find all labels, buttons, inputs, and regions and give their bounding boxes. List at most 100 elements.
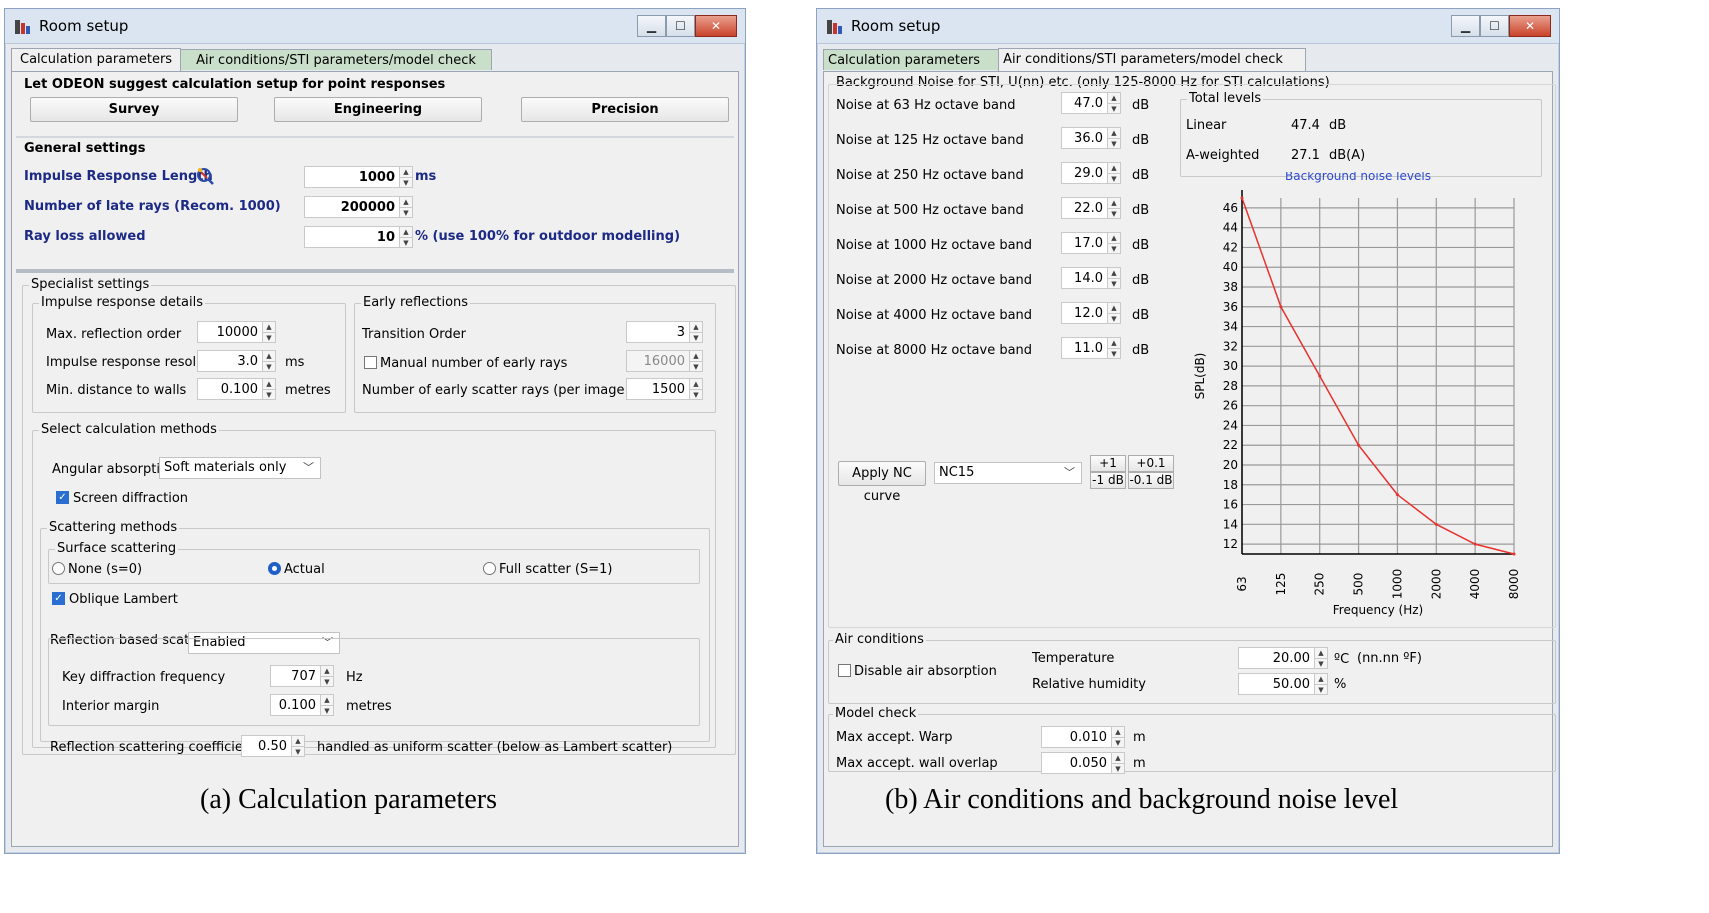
left-title-bar[interactable]: Room setup ▁ ☐ ✕: [5, 9, 745, 44]
key-diffraction-input[interactable]: [270, 665, 320, 687]
right-window-title: Room setup: [851, 17, 941, 35]
wizard-icon[interactable]: [195, 166, 215, 186]
plus-0-1-db-button[interactable]: +0.1 dB: [1128, 455, 1174, 485]
noise-input[interactable]: [1061, 162, 1107, 184]
close-icon[interactable]: ✕: [695, 15, 737, 37]
noise-spinner[interactable]: ▲ ▼: [1107, 267, 1121, 289]
noise-unit: dB: [1132, 168, 1150, 183]
maximize-icon[interactable]: ☐: [1480, 15, 1509, 37]
noise-input[interactable]: [1061, 127, 1107, 149]
precision-button[interactable]: Precision: [521, 97, 729, 122]
manual-early-rays-checkbox[interactable]: [364, 356, 377, 369]
noise-input[interactable]: [1061, 302, 1107, 324]
tab-air-conditions[interactable]: Air conditions/STI parameters/model chec…: [180, 49, 492, 70]
minimize-icon[interactable]: ▁: [1451, 15, 1480, 37]
manual-early-rays-input[interactable]: [626, 350, 689, 372]
noise-input[interactable]: [1061, 337, 1107, 359]
max-warp-spinner[interactable]: ▲ ▼: [1111, 726, 1125, 748]
late-rays-spinner[interactable]: ▲ ▼: [399, 196, 413, 218]
apply-nc-curve-button[interactable]: Apply NC curve: [838, 461, 926, 504]
key-diffraction-spinner[interactable]: ▲ ▼: [320, 665, 334, 687]
tab-calculation-parameters[interactable]: Calculation parameters: [11, 48, 182, 71]
screen-diffraction-label: Screen diffraction: [73, 491, 189, 506]
left-window-title: Room setup: [39, 17, 129, 35]
noise-input[interactable]: [1061, 267, 1107, 289]
plus-1-db-button[interactable]: +1 dB: [1090, 455, 1126, 485]
survey-button[interactable]: Survey: [30, 97, 238, 122]
close-icon[interactable]: ✕: [1509, 15, 1551, 37]
a-weighted-label: A-weighted: [1186, 148, 1260, 163]
oblique-lambert-checkbox[interactable]: ✓: [52, 592, 65, 605]
humidity-spinner[interactable]: ▲ ▼: [1314, 673, 1328, 695]
ir-resolution-input[interactable]: [197, 350, 262, 372]
transition-order-input[interactable]: [626, 321, 689, 343]
y-tick-label: 28: [1223, 379, 1238, 393]
y-tick-label: 44: [1223, 221, 1238, 235]
data-point: [1357, 443, 1361, 447]
scattering-coef-spinner[interactable]: ▲ ▼: [291, 735, 305, 757]
late-rays-input[interactable]: [304, 196, 399, 218]
noise-spinner[interactable]: ▲ ▼: [1107, 127, 1121, 149]
minus-1-db-button[interactable]: -1 dB: [1090, 472, 1126, 489]
min-distance-spinner[interactable]: ▲ ▼: [262, 378, 276, 400]
early-scatter-rays-spinner[interactable]: ▲ ▼: [689, 378, 703, 400]
noise-input[interactable]: [1061, 197, 1107, 219]
radio-none[interactable]: [52, 562, 65, 575]
noise-spinner[interactable]: ▲ ▼: [1107, 92, 1121, 114]
data-point: [1240, 196, 1244, 200]
nc-curve-select[interactable]: NC15 ﹀: [934, 462, 1082, 484]
ray-loss-input[interactable]: [304, 226, 399, 248]
noise-input[interactable]: [1061, 92, 1107, 114]
angular-absorption-select[interactable]: Soft materials only ﹀: [159, 457, 321, 479]
max-warp-input[interactable]: [1041, 726, 1111, 748]
humidity-input[interactable]: [1238, 673, 1314, 695]
min-distance-label: Min. distance to walls: [46, 383, 187, 398]
max-reflection-order-input[interactable]: [197, 321, 262, 343]
max-reflection-spinner[interactable]: ▲ ▼: [262, 321, 276, 343]
interior-margin-spinner[interactable]: ▲ ▼: [320, 694, 334, 716]
early-scatter-rays-input[interactable]: [626, 378, 689, 400]
noise-input[interactable]: [1061, 232, 1107, 254]
manual-early-rays-spinner[interactable]: ▲ ▼: [689, 350, 703, 372]
max-overlap-input[interactable]: [1041, 752, 1111, 774]
early-reflections-title: Early reflections: [361, 295, 471, 310]
caption-a: (a) Calculation parameters: [200, 784, 497, 815]
min-distance-input[interactable]: [197, 378, 262, 400]
screen-diffraction-checkbox[interactable]: ✓: [56, 491, 69, 504]
data-point: [1473, 542, 1477, 546]
minimize-icon[interactable]: ▁: [637, 15, 666, 37]
y-tick-label: 22: [1223, 438, 1238, 452]
noise-level-series-line: [1241, 197, 1515, 555]
minus-0-1-db-button[interactable]: -0.1 dB: [1128, 472, 1174, 489]
caption-b: (b) Air conditions and background noise …: [885, 784, 1399, 815]
interior-margin-input[interactable]: [270, 694, 320, 716]
engineering-button[interactable]: Engineering: [274, 97, 482, 122]
noise-unit: dB: [1132, 308, 1150, 323]
noise-label: Noise at 125 Hz octave band: [836, 133, 1024, 148]
temperature-input[interactable]: [1238, 647, 1314, 669]
noise-spinner[interactable]: ▲ ▼: [1107, 232, 1121, 254]
right-title-bar[interactable]: Room setup ▁ ☐ ✕: [817, 9, 1559, 44]
temperature-spinner[interactable]: ▲ ▼: [1314, 647, 1328, 669]
scattering-coef-input[interactable]: [241, 735, 291, 757]
max-overlap-spinner[interactable]: ▲ ▼: [1111, 752, 1125, 774]
ray-loss-spinner[interactable]: ▲ ▼: [399, 226, 413, 248]
tab-calculation-parameters[interactable]: Calculation parameters: [823, 49, 1000, 70]
noise-spinner[interactable]: ▲ ▼: [1107, 337, 1121, 359]
noise-spinner[interactable]: ▲ ▼: [1107, 302, 1121, 324]
noise-spinner[interactable]: ▲ ▼: [1107, 162, 1121, 184]
irl-spinner[interactable]: ▲ ▼: [399, 166, 413, 188]
splitter[interactable]: [16, 269, 734, 273]
tab-air-conditions[interactable]: Air conditions/STI parameters/model chec…: [998, 48, 1306, 71]
disable-air-absorption-checkbox[interactable]: [838, 664, 851, 677]
noise-spinner[interactable]: ▲ ▼: [1107, 197, 1121, 219]
ir-resolution-spinner[interactable]: ▲ ▼: [262, 350, 276, 372]
ird-title: Impulse response details: [39, 295, 205, 310]
impulse-response-length-input[interactable]: [304, 166, 399, 188]
radio-full-scatter[interactable]: [483, 562, 496, 575]
radio-actual[interactable]: [268, 562, 281, 575]
noise-label: Noise at 2000 Hz octave band: [836, 273, 1033, 288]
transition-order-spinner[interactable]: ▲ ▼: [689, 321, 703, 343]
noise-unit: dB: [1132, 343, 1150, 358]
maximize-icon[interactable]: ☐: [666, 15, 695, 37]
